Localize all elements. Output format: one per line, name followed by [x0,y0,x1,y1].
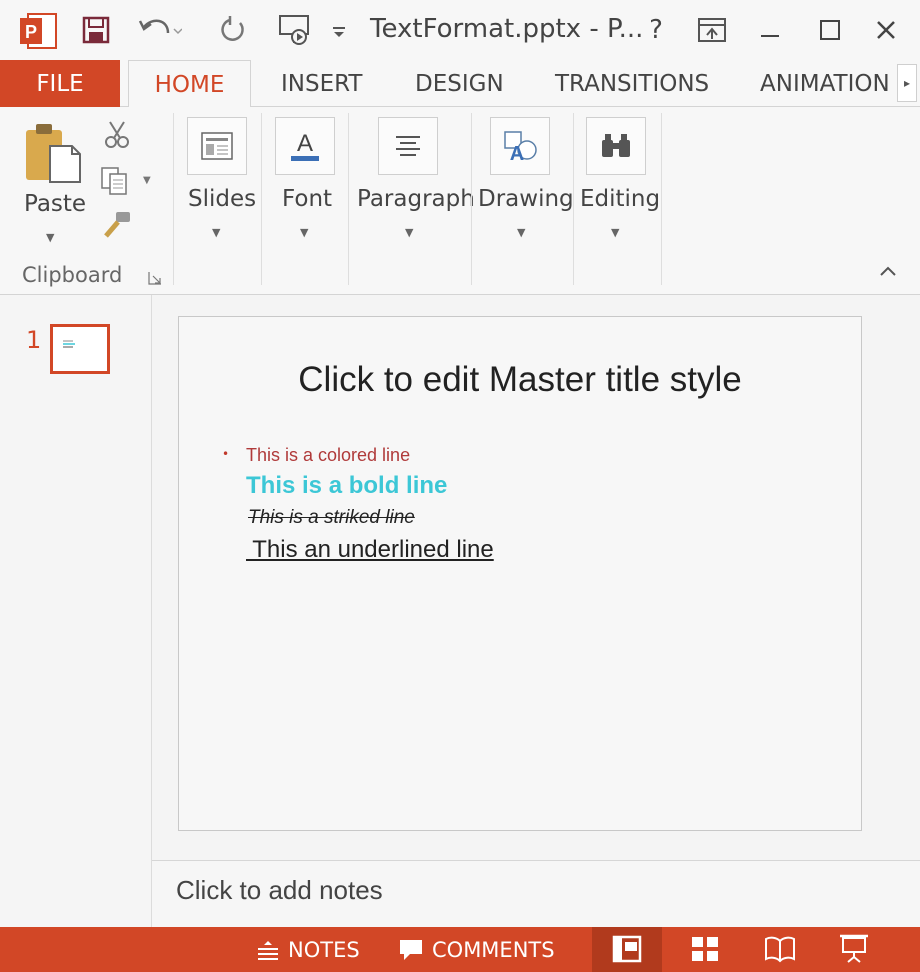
striked-line-text[interactable]: This is a striked line [248,507,415,529]
drawing-dropdown-icon[interactable]: ▼ [517,226,525,239]
format-painter-icon[interactable] [102,210,134,240]
drawing-group-button[interactable]: A [490,117,550,175]
tab-animations[interactable]: ANIMATION [760,60,890,107]
cut-icon[interactable] [102,120,132,150]
minimize-button[interactable] [750,10,790,50]
clipboard-group-label: Clipboard [22,263,123,287]
ribbon-separator [173,113,174,285]
slides-group-label[interactable]: Slides [188,186,256,212]
notes-placeholder[interactable]: Click to add notes [176,875,383,906]
paste-label[interactable]: Paste [24,191,86,217]
redo-icon[interactable] [216,14,250,46]
center-align-icon [396,136,420,156]
normal-view-icon[interactable] [612,935,642,963]
slide-show-icon[interactable] [838,933,870,963]
comments-toggle-button[interactable]: COMMENTS [398,927,555,972]
svg-text:A: A [510,143,524,164]
editing-group-label[interactable]: Editing [580,186,660,212]
paste-dropdown-icon[interactable]: ▼ [46,231,54,244]
ribbon-separator [471,113,472,285]
font-color-icon: A [291,130,319,161]
copy-dropdown-icon[interactable]: ▼ [143,175,151,186]
colored-line-text[interactable]: This is a colored line [246,445,410,466]
undo-icon[interactable] [138,14,182,46]
bold-line-text[interactable]: This is a bold line [246,472,447,500]
bullet-marker: • [222,447,230,461]
customize-dropdown-icon[interactable] [328,22,350,42]
maximize-button[interactable] [810,10,850,50]
shapes-icon: A [504,131,537,164]
close-button[interactable] [866,10,906,50]
slides-dropdown-icon[interactable]: ▼ [212,226,220,239]
ribbon-separator [661,113,662,285]
notes-toggle-button[interactable]: NOTES [256,927,360,972]
tab-scroll-right-button[interactable]: ▸ [897,64,917,102]
svg-text:P: P [25,22,37,42]
notes-label: NOTES [288,937,360,962]
paragraph-group-label[interactable]: Paragraph [357,186,475,212]
help-button[interactable]: ? [636,10,676,50]
chevron-right-icon: ▸ [903,76,911,90]
ribbon-separator [573,113,574,285]
slide-thumbnails-pane [0,295,152,927]
slides-icon [201,132,233,160]
window-title: TextFormat.pptx - P... [370,14,644,44]
find-binoculars-icon [602,134,630,157]
maximize-icon [820,20,840,40]
editing-dropdown-icon[interactable]: ▼ [611,226,619,239]
start-from-beginning-icon[interactable] [275,12,315,48]
slide-sorter-icon[interactable] [690,935,720,963]
comments-label: COMMENTS [432,937,555,962]
paragraph-dropdown-icon[interactable]: ▼ [405,226,413,239]
tab-transitions[interactable]: TRANSITIONS [555,60,709,107]
ribbon-display-icon [698,18,726,42]
powerpoint-logo-icon[interactable]: P [18,12,58,50]
close-icon [877,21,895,39]
tab-insert[interactable]: INSERT [281,60,362,107]
reading-view-icon[interactable] [764,935,796,963]
slide-thumbnail-preview [63,340,75,348]
underlined-line-text[interactable]: This an underlined line [246,536,494,564]
tab-file[interactable]: FILE [0,60,120,107]
collapse-ribbon-icon[interactable] [878,262,898,283]
minimize-icon [761,35,779,37]
ribbon-separator [348,113,349,285]
ribbon-display-options-button[interactable] [692,10,732,50]
clipboard-dialog-launcher-icon[interactable] [148,270,162,285]
comment-icon [400,939,422,960]
font-dropdown-icon[interactable]: ▼ [300,226,308,239]
font-group-button[interactable]: A [275,117,335,175]
svg-text:A: A [297,130,313,157]
tab-home[interactable]: HOME [128,60,251,108]
save-icon[interactable] [80,14,112,46]
paragraph-group-button[interactable] [378,117,438,175]
tab-design[interactable]: DESIGN [415,60,504,107]
help-label: ? [649,15,663,45]
paste-button[interactable] [22,120,86,186]
slide-title[interactable]: Click to edit Master title style [178,360,862,400]
slides-group-button[interactable] [187,117,247,175]
drawing-group-label[interactable]: Drawing [478,186,574,212]
slide-number: 1 [26,326,42,354]
copy-icon[interactable] [100,166,134,196]
notes-icon [258,940,278,960]
editing-group-button[interactable] [586,117,646,175]
slide-thumbnail[interactable] [50,324,110,374]
font-group-label[interactable]: Font [282,186,332,212]
ribbon-separator [261,113,262,285]
paste-icon [26,124,81,183]
